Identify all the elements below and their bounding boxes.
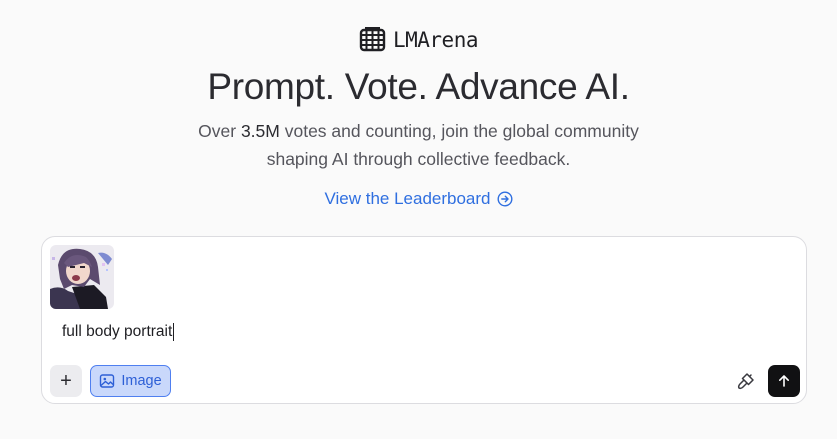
- arena-grid-icon: [359, 27, 386, 52]
- page: LMArena Prompt. Vote. Advance AI. Over 3…: [0, 0, 837, 439]
- vote-count: 3.5M: [240, 121, 280, 141]
- brand: LMArena: [0, 27, 837, 52]
- plus-icon: +: [60, 369, 72, 392]
- image-mode-button[interactable]: Image: [90, 365, 171, 397]
- image-mode-label: Image: [121, 373, 162, 389]
- send-button[interactable]: [768, 365, 800, 397]
- leaderboard-link-label: View the Leaderboard: [324, 189, 491, 208]
- text-caret: [173, 323, 175, 341]
- hero-subtext: Over 3.5M votes and counting, join the g…: [0, 117, 837, 173]
- prompt-composer: full body portrait + Image: [41, 236, 807, 404]
- view-leaderboard-link[interactable]: View the Leaderboard: [0, 189, 837, 209]
- add-attachment-button[interactable]: +: [50, 365, 82, 397]
- hero-subtext-line-1: Over 3.5M votes and counting, join the g…: [0, 117, 837, 145]
- arrow-right-circle-icon: [497, 191, 513, 207]
- prompt-text: full body portrait: [62, 323, 173, 340]
- prompt-input[interactable]: full body portrait: [62, 323, 175, 341]
- paint-brush-icon: [737, 373, 754, 390]
- style-tool-button[interactable]: [730, 365, 762, 397]
- hero-subtext-line-2: shaping AI through collective feedback.: [266, 149, 571, 169]
- arrow-up-icon: [779, 375, 789, 387]
- attached-image-thumbnail[interactable]: [50, 245, 114, 309]
- subtext-line1-rest: votes and counting, join the global comm…: [279, 121, 639, 141]
- image-icon: [100, 374, 115, 388]
- page-title: Prompt. Vote. Advance AI.: [207, 66, 630, 107]
- subtext-prefix: Over: [198, 121, 241, 141]
- brand-name: LMArena: [392, 27, 479, 52]
- image-thumbnail: [50, 245, 114, 309]
